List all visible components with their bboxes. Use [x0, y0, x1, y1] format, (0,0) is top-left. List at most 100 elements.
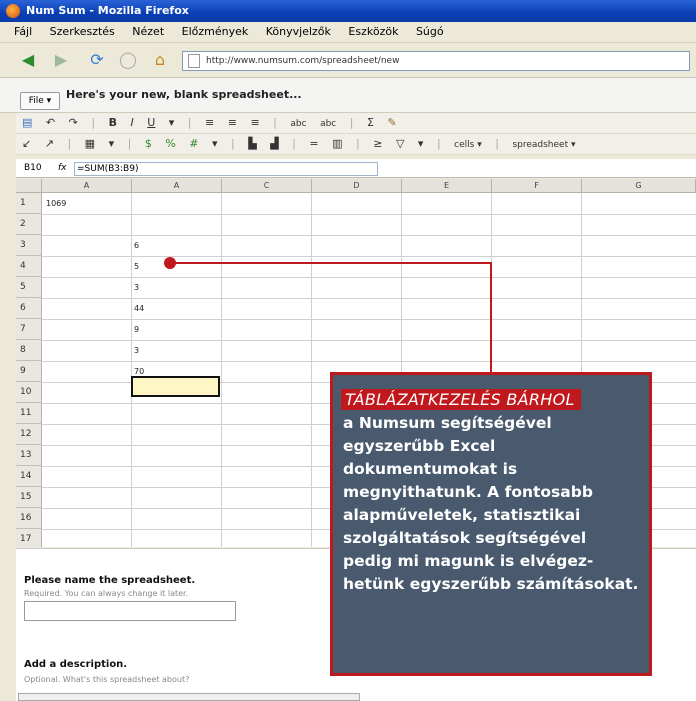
insert-col-icon[interactable]: ▟ [270, 134, 278, 154]
align-left-icon[interactable]: ≡ [205, 113, 214, 133]
redo-icon[interactable]: ↷ [69, 113, 78, 133]
file-menu-button[interactable]: File ▾ [20, 92, 60, 110]
back-button[interactable]: ◀ [14, 49, 42, 71]
cell-b5[interactable]: 3 [134, 277, 139, 298]
toolbar-separator: | [127, 137, 132, 150]
col-header-c[interactable]: C [222, 179, 312, 193]
cell-b6[interactable]: 44 [134, 298, 144, 319]
align-right-icon[interactable]: ≡ [250, 113, 259, 133]
window-title: Num Sum - Mozilla Firefox [26, 4, 189, 17]
align-center-icon[interactable]: ≡ [228, 113, 237, 133]
formula-input[interactable]: =SUM(B3:B9) [74, 162, 378, 176]
row-header[interactable]: 4 [16, 256, 42, 277]
col-header-b[interactable]: A [132, 179, 222, 193]
currency-icon[interactable]: $ [145, 134, 152, 154]
col-header-g[interactable]: G [582, 179, 696, 193]
grid-line [131, 193, 132, 547]
stop-button[interactable]: ◯ [116, 49, 140, 71]
sum-icon[interactable]: Σ [367, 113, 374, 133]
row-header[interactable]: 3 [16, 235, 42, 256]
menu-history[interactable]: Előzmények [182, 22, 249, 42]
row-header[interactable]: 7 [16, 319, 42, 340]
cells-menu[interactable]: cells ▾ [454, 135, 482, 155]
spellcheck-button[interactable]: abc [320, 114, 336, 134]
menu-edit[interactable]: Szerkesztés [50, 22, 115, 42]
col-header-f[interactable]: F [492, 179, 582, 193]
row-header[interactable]: 9 [16, 361, 42, 382]
borders-dropdown-icon[interactable]: ▾ [109, 134, 115, 154]
bold-button[interactable]: B [109, 113, 117, 133]
cell-reference: B10 [24, 163, 42, 173]
compare-icon[interactable]: ≥ [373, 134, 382, 154]
cell-a1[interactable]: 1069 [46, 193, 66, 214]
font-dropdown-icon[interactable]: ▾ [169, 113, 175, 133]
filter-icon[interactable]: ▽ [396, 134, 404, 154]
spreadsheet-menu[interactable]: spreadsheet ▾ [512, 135, 575, 155]
reload-button[interactable]: ⟳ [84, 49, 110, 71]
callout-heading: TÁBLÁZATKEZELÉS BÁRHOL [341, 389, 581, 410]
row-header[interactable]: 1 [16, 193, 42, 214]
grid-line [311, 193, 312, 547]
row-header[interactable]: 11 [16, 403, 42, 424]
sheet-title: Here's your new, blank spreadsheet... [66, 88, 302, 101]
italic-button[interactable]: I [130, 113, 133, 133]
home-button[interactable]: ⌂ [146, 49, 174, 71]
underline-button[interactable]: U [147, 113, 155, 133]
sort-asc-icon[interactable]: ↙ [22, 134, 31, 154]
pencil-icon[interactable]: ✎ [387, 113, 396, 133]
row-header[interactable]: 6 [16, 298, 42, 319]
cell-b7[interactable]: 9 [134, 319, 139, 340]
callout-connector-line [170, 262, 492, 264]
menu-help[interactable]: Súgó [416, 22, 444, 42]
menu-bar: Fájl Szerkesztés Nézet Előzmények Könyvj… [0, 22, 696, 43]
menu-file[interactable]: Fájl [14, 22, 32, 42]
description-label: Add a description. [24, 659, 128, 670]
toolbar-separator: | [349, 116, 354, 129]
cell-b3[interactable]: 6 [134, 235, 139, 256]
format-dropdown-icon[interactable]: ▾ [212, 134, 218, 154]
grid-icon[interactable]: ▤ [22, 113, 32, 133]
forward-button[interactable]: ▶ [48, 49, 74, 71]
menu-view[interactable]: Nézet [132, 22, 164, 42]
menu-bookmarks[interactable]: Könyvjelzők [266, 22, 331, 42]
formula-bar: B10 fx =SUM(B3:B9) [16, 159, 696, 178]
col-header-e[interactable]: E [402, 179, 492, 193]
selected-cell-b10[interactable] [131, 376, 220, 397]
row-header[interactable]: 8 [16, 340, 42, 361]
row-header[interactable]: 10 [16, 382, 42, 403]
horizontal-scrollbar[interactable] [18, 693, 360, 701]
borders-icon[interactable]: ▦ [85, 134, 95, 154]
title-bar: Num Sum - Mozilla Firefox [0, 0, 696, 22]
toolbar-separator: | [292, 137, 296, 150]
name-hint: Required. You can always change it later… [24, 589, 189, 598]
equals-icon[interactable]: = [309, 134, 318, 154]
strikethrough-button[interactable]: abc [290, 114, 306, 134]
cell-b4[interactable]: 5 [134, 256, 139, 277]
col-header-a[interactable]: A [42, 179, 132, 193]
row-header[interactable]: 13 [16, 445, 42, 466]
row-header[interactable]: 12 [16, 424, 42, 445]
row-header[interactable]: 15 [16, 487, 42, 508]
toolbar-separator: | [231, 137, 235, 150]
percent-icon[interactable]: % [165, 134, 175, 154]
callout-pointer-dot [164, 257, 176, 269]
row-header[interactable]: 2 [16, 214, 42, 235]
filter-dropdown-icon[interactable]: ▾ [418, 134, 424, 154]
sort-desc-icon[interactable]: ↗ [45, 134, 54, 154]
chart-icon[interactable]: ▥ [332, 134, 342, 154]
grid-line [42, 277, 696, 278]
cell-b8[interactable]: 3 [134, 340, 139, 361]
menu-tools[interactable]: Eszközök [348, 22, 398, 42]
row-header[interactable]: 17 [16, 529, 42, 547]
number-format-icon[interactable]: # [189, 134, 198, 154]
address-bar[interactable]: http://www.numsum.com/spreadsheet/new [182, 51, 690, 71]
row-header[interactable]: 16 [16, 508, 42, 529]
insert-row-icon[interactable]: ▙ [248, 134, 256, 154]
col-header-d[interactable]: D [312, 179, 402, 193]
name-input[interactable] [24, 601, 236, 621]
corner-header[interactable] [16, 179, 42, 193]
toolbar-separator: | [273, 116, 277, 129]
row-header[interactable]: 14 [16, 466, 42, 487]
row-header[interactable]: 5 [16, 277, 42, 298]
undo-icon[interactable]: ↶ [46, 113, 55, 133]
